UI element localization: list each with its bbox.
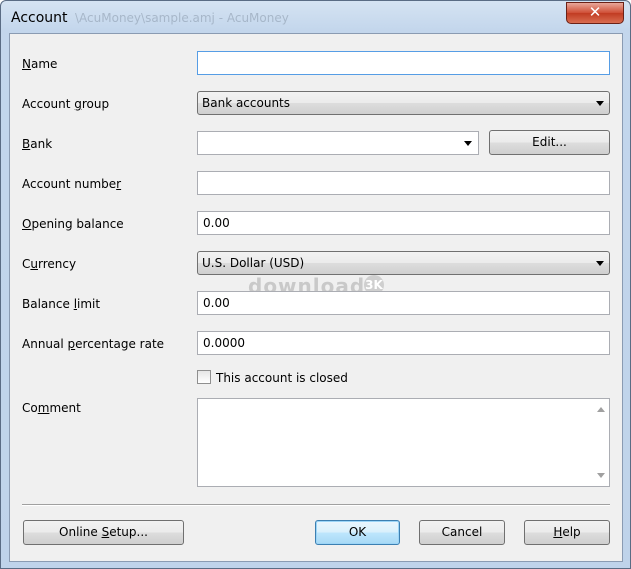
balance-limit-input[interactable]: 0.00 (197, 291, 610, 315)
currency-select[interactable]: U.S. Dollar (USD) (197, 251, 610, 275)
dropdown-arrow-icon (596, 101, 604, 106)
name-input[interactable] (197, 51, 610, 75)
bank-select[interactable] (197, 131, 479, 155)
close-button[interactable]: ✕ (566, 2, 624, 24)
dialog-body: Name Account group Bank accounts Bank Ed… (9, 33, 623, 562)
account-group-label: Account group (22, 97, 110, 111)
online-setup-button[interactable]: Online Setup... (23, 520, 184, 545)
annual-rate-label: Annual percentage rate (22, 337, 165, 351)
scroll-down-icon[interactable] (597, 473, 605, 478)
bank-edit-button[interactable]: Edit... (489, 130, 610, 155)
window-title-background-text: \AcuMoney\sample.amj - AcuMoney (75, 11, 289, 25)
account-closed-checkbox[interactable] (197, 370, 211, 384)
balance-limit-label: Balance limit (22, 297, 101, 311)
opening-balance-input[interactable]: 0.00 (197, 211, 610, 235)
opening-balance-label: Opening balance (22, 217, 124, 231)
currency-label: Currency (22, 257, 77, 271)
account-number-label: Account number (22, 177, 122, 191)
dropdown-arrow-icon (464, 141, 472, 146)
name-label: Name (22, 57, 58, 71)
annual-rate-input[interactable]: 0.0000 (197, 331, 610, 355)
title-bar[interactable]: Account \AcuMoney\sample.amj - AcuMoney … (1, 1, 630, 33)
account-closed-label[interactable]: This account is closed (216, 371, 348, 385)
account-group-value: Bank accounts (202, 96, 291, 110)
comment-textarea[interactable] (197, 398, 610, 487)
divider (22, 504, 610, 506)
ok-button[interactable]: OK (315, 520, 400, 545)
account-dialog: Account \AcuMoney\sample.amj - AcuMoney … (0, 0, 631, 569)
window-title: Account (11, 10, 68, 26)
currency-value: U.S. Dollar (USD) (202, 256, 305, 270)
account-group-select[interactable]: Bank accounts (197, 91, 610, 115)
cancel-button[interactable]: Cancel (419, 520, 505, 545)
scroll-up-icon[interactable] (597, 407, 605, 412)
comment-scrollbar[interactable] (592, 399, 609, 486)
bank-label: Bank (22, 137, 53, 151)
dropdown-arrow-icon (596, 261, 604, 266)
comment-label: Comment (22, 401, 81, 415)
help-button[interactable]: Help (524, 520, 610, 545)
account-number-input[interactable] (197, 171, 610, 195)
close-icon: ✕ (588, 3, 602, 21)
